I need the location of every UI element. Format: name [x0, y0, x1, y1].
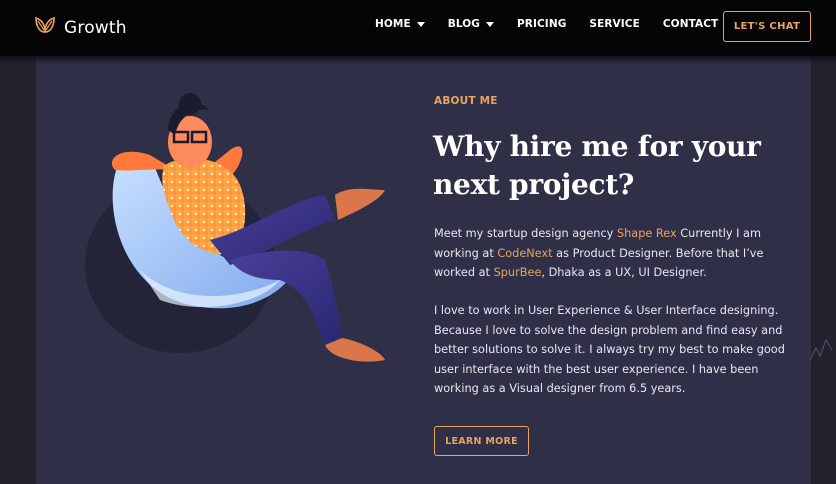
main-nav: HOME BLOG PRICING SERVICE CONTACT — [375, 18, 718, 30]
agency-link[interactable]: Shape Rex — [617, 227, 677, 240]
site-header: Growth HOME BLOG PRICING SERVICE CONTACT… — [0, 0, 836, 56]
nav-item-blog[interactable]: BLOG — [447, 18, 495, 30]
nav-label: CONTACT — [662, 18, 719, 30]
nav-label: SERVICE — [589, 18, 640, 30]
text-segment: Meet my startup design agency — [434, 227, 617, 240]
learn-more-button[interactable]: LEARN MORE — [434, 426, 529, 456]
section-title: Why hire me for your next project? — [433, 130, 761, 201]
text-segment: , Dhaka as a UX, UI Designer. — [541, 266, 707, 279]
relaxing-man-illustration — [85, 93, 385, 362]
section-eyebrow: ABOUT ME — [434, 95, 498, 107]
nav-item-pricing[interactable]: PRICING — [517, 18, 566, 30]
leaf-icon — [34, 15, 56, 40]
previous-company-link[interactable]: SpurBee — [494, 266, 542, 279]
nav-item-service[interactable]: SERVICE — [589, 18, 639, 30]
lets-chat-button[interactable]: LET'S CHAT — [723, 11, 811, 42]
nav-label: PRICING — [517, 18, 567, 30]
logo[interactable]: Growth — [34, 15, 127, 40]
caret-down-icon — [486, 21, 495, 27]
nav-label: HOME — [375, 18, 411, 30]
company-link[interactable]: CodeNext — [497, 247, 552, 260]
nav-label: BLOG — [447, 18, 481, 30]
caret-down-icon — [416, 21, 425, 27]
decorative-squiggle — [809, 338, 833, 361]
experience-paragraph: I love to work in User Experience & User… — [434, 304, 785, 395]
nav-item-home[interactable]: HOME — [375, 18, 425, 30]
intro-paragraph: Meet my startup design agency Shape Rex … — [434, 224, 794, 283]
brand-name: Growth — [64, 17, 127, 38]
nav-item-contact[interactable]: CONTACT — [663, 18, 718, 30]
